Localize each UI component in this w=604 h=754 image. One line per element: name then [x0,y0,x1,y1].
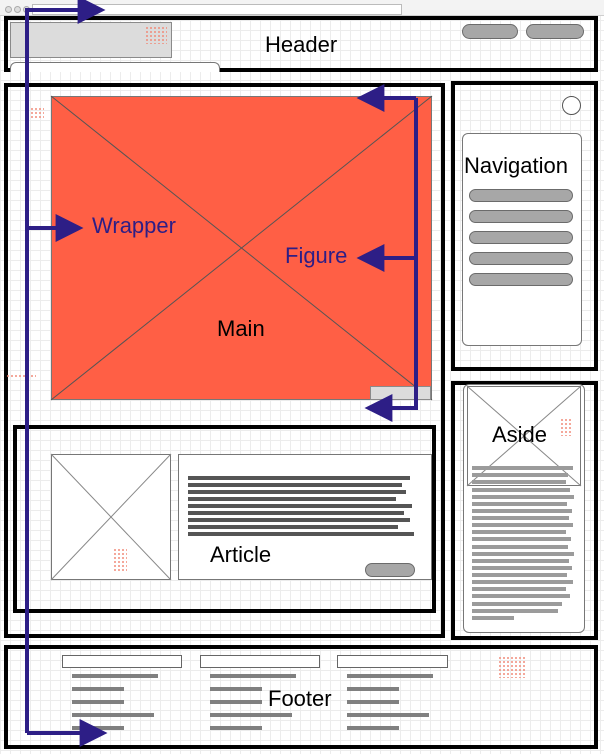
annotation-arrows [25,0,418,747]
figure-label: Figure [285,243,348,268]
wrapper-arrow [25,0,106,733]
figure-arrow [364,98,418,422]
wrapper-label: Wrapper [92,213,176,238]
